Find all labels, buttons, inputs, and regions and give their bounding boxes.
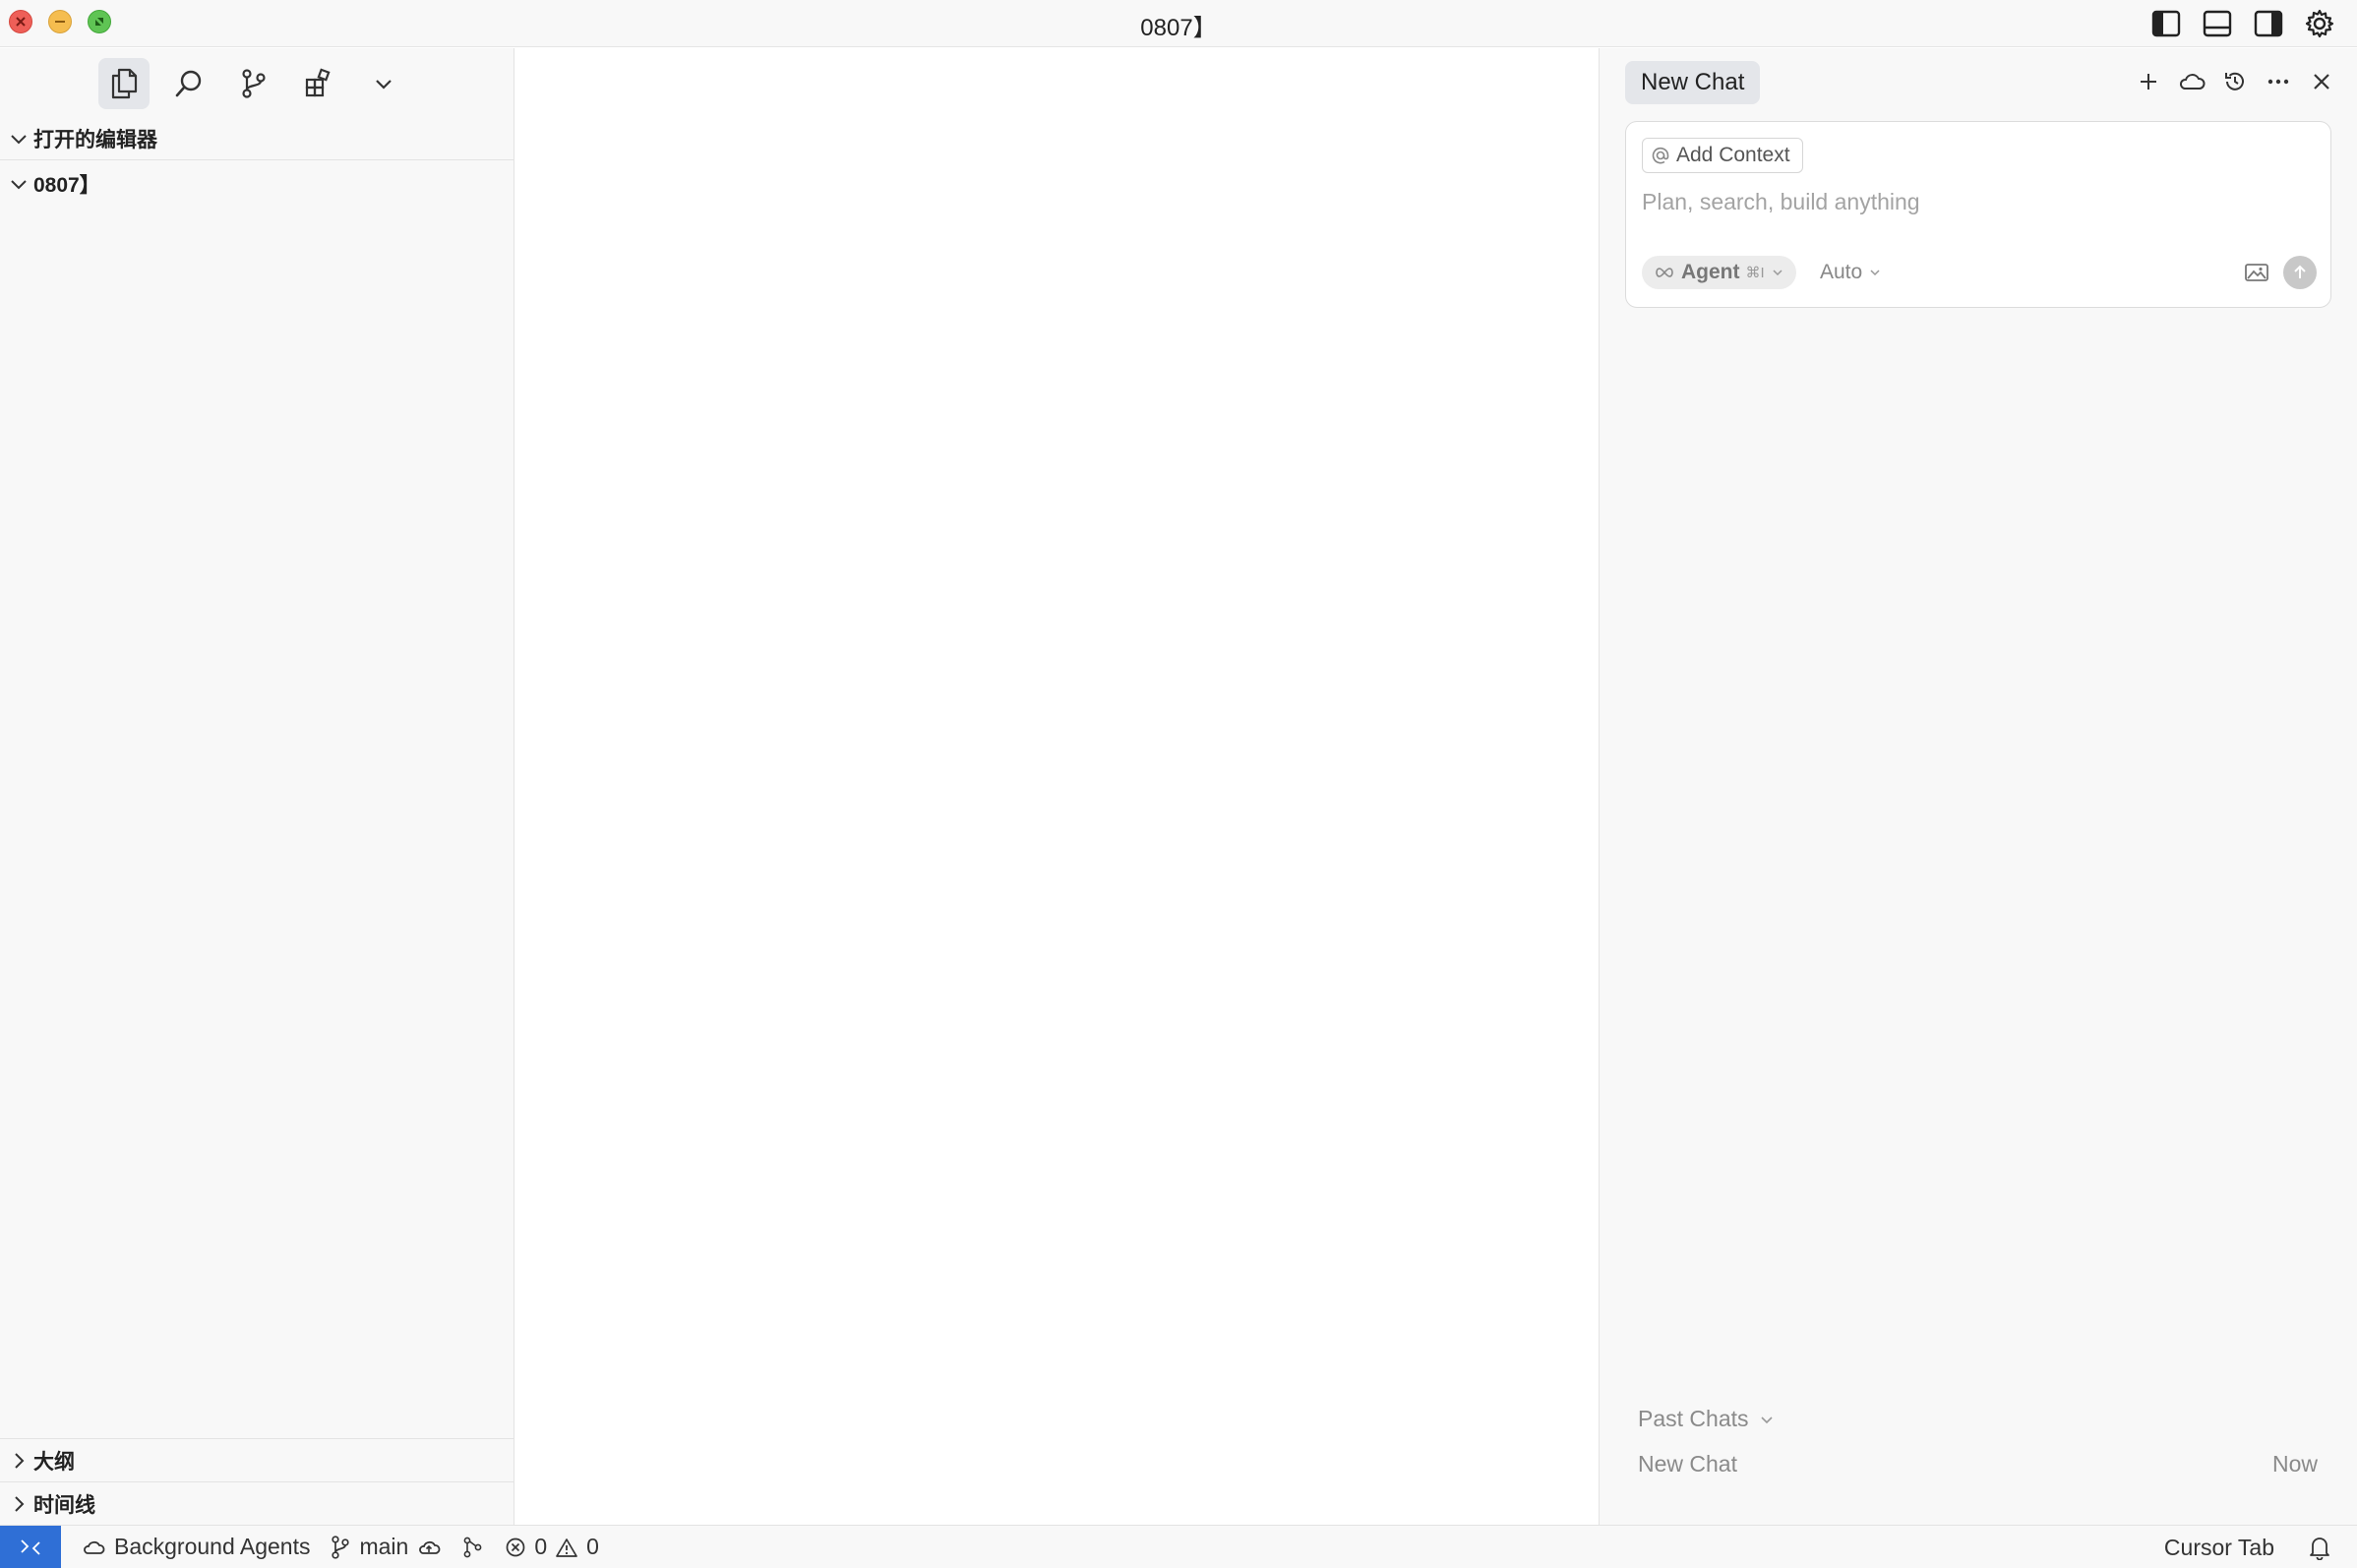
error-icon: [506, 1538, 525, 1556]
open-editors-label: 打开的编辑器: [33, 128, 157, 151]
activity-bar: [98, 58, 409, 109]
remote-indicator-button[interactable]: [0, 1525, 61, 1568]
chat-composer: Add Context Plan, search, build anything…: [1625, 121, 2331, 308]
outline-section[interactable]: 大纲: [0, 1438, 514, 1481]
chat-panel: New Chat Add Context Plan, search, build…: [1599, 48, 2357, 1525]
gear-icon: [2305, 9, 2334, 38]
sidebar-right-icon: [2254, 10, 2283, 37]
more-options-button[interactable]: [2261, 64, 2296, 99]
branch-label: main: [359, 1534, 409, 1559]
close-icon: [2314, 74, 2329, 90]
error-count: 0: [534, 1534, 548, 1559]
bell-icon: [2310, 1538, 2329, 1560]
source-control-tab[interactable]: [228, 58, 279, 109]
primary-sidebar: 打开的编辑器 0807】 大纲 时间线: [0, 48, 514, 1525]
editor-area[interactable]: [515, 48, 1599, 1525]
history-icon: [2225, 72, 2244, 90]
git-graph-item[interactable]: [461, 1536, 485, 1559]
past-chat-item[interactable]: New Chat Now: [1638, 1451, 2318, 1478]
new-chat-button[interactable]: [2131, 64, 2166, 99]
more-views-dropdown[interactable]: [358, 58, 409, 109]
close-chat-button[interactable]: [2304, 64, 2339, 99]
image-icon: [2245, 264, 2268, 281]
past-chat-time: Now: [2271, 1451, 2318, 1477]
chat-history-button[interactable]: [2217, 64, 2253, 99]
explorer-tab[interactable]: [98, 58, 150, 109]
background-agents-label: Background Agents: [114, 1534, 311, 1559]
window-title: 0807】: [1140, 15, 1217, 41]
ellipsis-icon: [2267, 79, 2289, 85]
timeline-section[interactable]: 时间线: [0, 1481, 514, 1525]
send-button[interactable]: [2283, 256, 2317, 289]
extensions-tab[interactable]: [293, 58, 344, 109]
remote-icon: [21, 1538, 40, 1555]
notifications-button[interactable]: [2308, 1535, 2331, 1560]
timeline-label: 时间线: [33, 1493, 95, 1517]
agent-shortcut: ⌘I: [1745, 265, 1765, 281]
cloud-icon: [2179, 74, 2206, 90]
toggle-secondary-sidebar-button[interactable]: [2251, 6, 2286, 41]
search-tab[interactable]: [163, 58, 214, 109]
cloud-upload-icon: [419, 1540, 441, 1554]
open-editors-section[interactable]: 打开的编辑器: [0, 117, 514, 160]
chat-input[interactable]: Plan, search, build anything: [1642, 189, 1920, 215]
source-control-icon: [242, 69, 266, 98]
chevron-down-icon: [1773, 270, 1783, 276]
plus-icon: [2141, 74, 2156, 90]
folder-label: 0807】: [33, 174, 100, 197]
chevron-down-icon: [11, 134, 27, 144]
chevron-down-icon: [376, 80, 392, 90]
chat-tab[interactable]: New Chat: [1625, 61, 1761, 104]
chevron-down-icon: [1870, 270, 1880, 276]
outline-label: 大纲: [33, 1450, 75, 1474]
status-bar: Background Agents main 0 0 Cursor Tab: [0, 1525, 2357, 1568]
add-context-button[interactable]: Add Context: [1642, 138, 1803, 173]
chevron-right-icon: [15, 1495, 25, 1512]
branch-item[interactable]: main: [330, 1534, 442, 1560]
background-agent-button[interactable]: [2174, 64, 2209, 99]
title-bar: 0807】: [0, 0, 2357, 47]
chevron-right-icon: [15, 1452, 25, 1469]
panel-bottom-icon: [2203, 10, 2232, 37]
infinity-icon: [1656, 268, 1673, 277]
warning-icon: [556, 1538, 577, 1557]
problems-item[interactable]: 0 0: [505, 1534, 599, 1560]
cloud-icon: [84, 1540, 105, 1554]
git-branch-icon: [332, 1535, 350, 1559]
model-selector[interactable]: Auto: [1820, 256, 1882, 289]
past-chats-toggle[interactable]: Past Chats: [1638, 1406, 1775, 1432]
folder-section[interactable]: 0807】: [0, 162, 514, 206]
extensions-icon: [305, 68, 331, 97]
toggle-panel-button[interactable]: [2200, 6, 2235, 41]
warning-count: 0: [586, 1534, 599, 1559]
search-icon: [175, 70, 202, 97]
attach-image-button[interactable]: [2242, 258, 2271, 287]
cursor-tab-item[interactable]: Cursor Tab: [2164, 1535, 2274, 1561]
git-compare-icon: [463, 1537, 482, 1557]
chevron-down-icon: [11, 180, 27, 190]
background-agents-item[interactable]: Background Agents: [81, 1534, 310, 1560]
past-chats-label: Past Chats: [1638, 1406, 1749, 1431]
settings-button[interactable]: [2302, 6, 2337, 41]
files-icon: [111, 68, 138, 99]
sidebar-left-icon: [2151, 10, 2181, 37]
agent-mode-selector[interactable]: Agent ⌘I: [1642, 256, 1796, 289]
model-label: Auto: [1820, 261, 1863, 283]
toggle-primary-sidebar-button[interactable]: [2148, 6, 2184, 41]
arrow-up-icon: [2294, 265, 2306, 278]
agent-label: Agent: [1681, 261, 1740, 283]
at-sign-icon: [1652, 147, 1669, 164]
chevron-down-icon: [1760, 1416, 1773, 1423]
add-context-label: Add Context: [1676, 144, 1790, 166]
past-chat-title: New Chat: [1638, 1451, 1737, 1477]
